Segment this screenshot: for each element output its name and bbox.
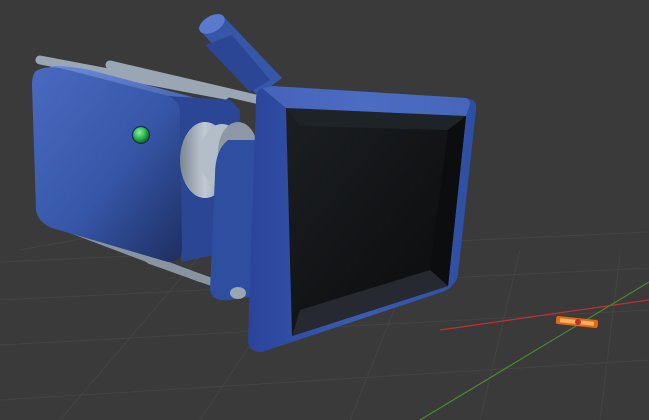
light-gizmo-icon[interactable] bbox=[555, 316, 599, 328]
lens-hood bbox=[248, 86, 477, 352]
mount-knob bbox=[230, 287, 246, 299]
y-axis-line bbox=[419, 281, 649, 420]
camera-model[interactable] bbox=[32, 10, 477, 352]
status-indicator-icon bbox=[131, 125, 151, 145]
3d-viewport[interactable] bbox=[0, 0, 649, 420]
viewport-scene[interactable] bbox=[0, 0, 649, 420]
x-axis-line bbox=[439, 299, 649, 331]
camera-top-handle bbox=[198, 14, 282, 96]
